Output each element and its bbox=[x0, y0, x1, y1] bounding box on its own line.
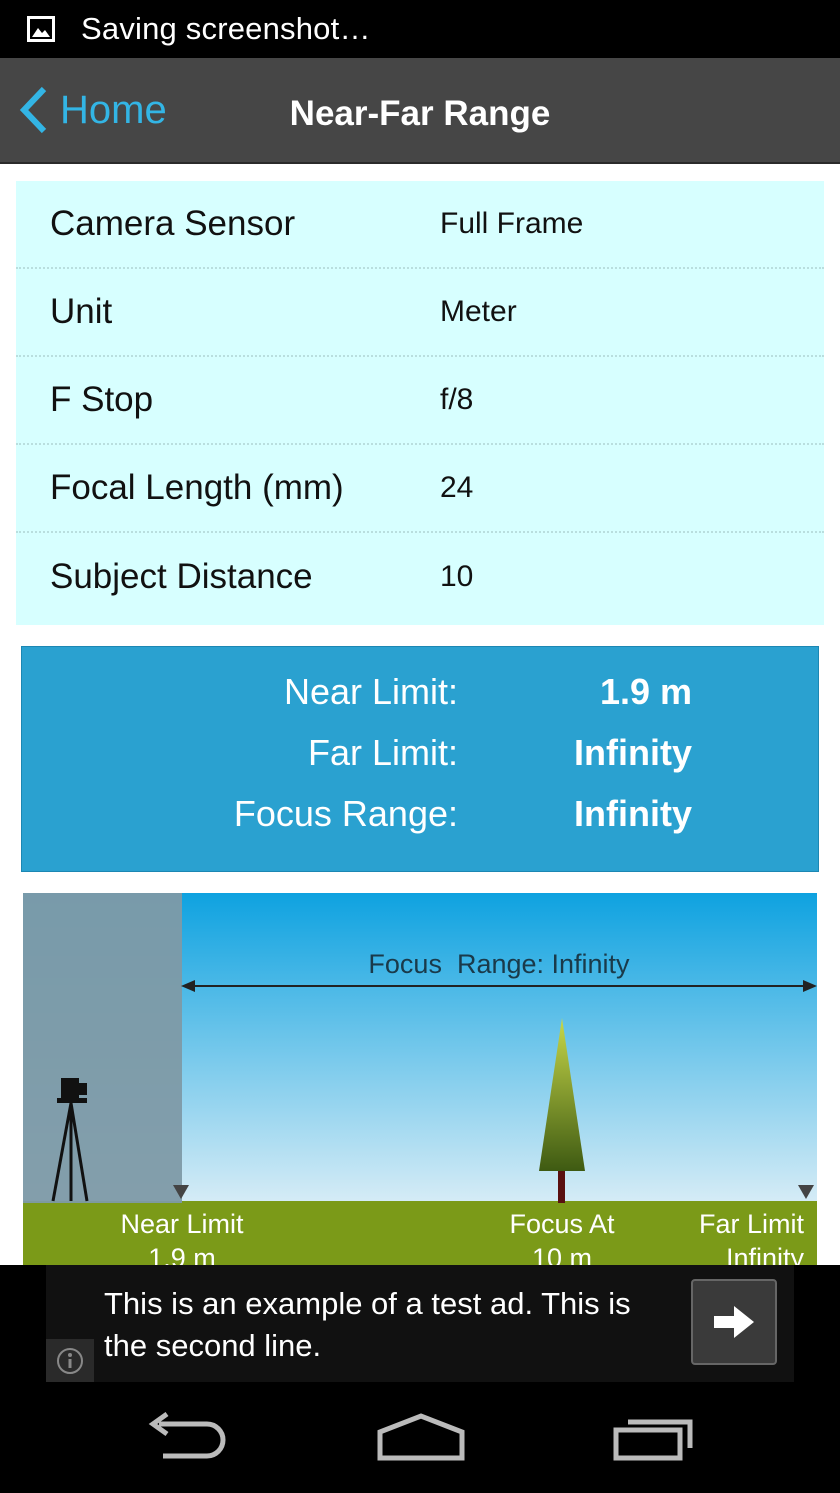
image-icon bbox=[27, 16, 55, 42]
focus-range-label: Focus Range: Infinity bbox=[368, 949, 630, 979]
out-of-focus-zone bbox=[23, 893, 182, 1203]
near-limit-value: 1.9 m bbox=[148, 1243, 216, 1265]
near-limit-label: Near Limit bbox=[120, 1209, 244, 1239]
focus-at-value: 10 m bbox=[532, 1243, 592, 1265]
far-limit-label: Far Limit bbox=[699, 1209, 805, 1239]
ad-line-2: the second line. bbox=[104, 1328, 322, 1363]
setting-row-subject-distance[interactable]: Subject Distance 10 bbox=[16, 533, 824, 621]
ad-panel[interactable]: This is an example of a test ad. This is… bbox=[46, 1265, 794, 1382]
results-panel: Near Limit: 1.9 m Far Limit: Infinity Fo… bbox=[21, 646, 819, 872]
setting-row-focal-length[interactable]: Focal Length (mm) 24 bbox=[16, 445, 824, 533]
result-far-limit: Far Limit: Infinity bbox=[22, 732, 820, 782]
result-value: Infinity bbox=[574, 793, 692, 834]
setting-label: Camera Sensor bbox=[50, 204, 296, 243]
setting-value: f/8 bbox=[440, 383, 474, 416]
ad-info-button[interactable] bbox=[46, 1339, 94, 1382]
ad-text: This is an example of a test ad. This is… bbox=[104, 1283, 684, 1367]
setting-label: F Stop bbox=[50, 380, 154, 419]
nav-home-button[interactable] bbox=[376, 1412, 466, 1467]
depth-of-field-diagram: Focus Range: Infinity Near Limit 1.9 m F… bbox=[23, 893, 817, 1265]
info-icon bbox=[57, 1347, 83, 1374]
setting-row-camera-sensor[interactable]: Camera Sensor Full Frame bbox=[16, 181, 824, 269]
action-bar: Home Near-Far Range bbox=[0, 58, 840, 164]
setting-label: Unit bbox=[50, 292, 113, 331]
result-near-limit: Near Limit: 1.9 m bbox=[22, 671, 820, 721]
far-limit-value: Infinity bbox=[726, 1243, 805, 1265]
home-icon bbox=[377, 1413, 465, 1461]
setting-label: Subject Distance bbox=[50, 557, 313, 596]
setting-value: 24 bbox=[440, 471, 474, 504]
ad-banner: This is an example of a test ad. This is… bbox=[0, 1265, 840, 1382]
result-value: Infinity bbox=[574, 732, 692, 773]
nav-back-button[interactable] bbox=[145, 1411, 229, 1467]
focus-at-label: Focus At bbox=[509, 1209, 615, 1239]
result-value: 1.9 m bbox=[599, 671, 692, 712]
result-label: Focus Range: bbox=[233, 793, 458, 834]
ad-arrow-button[interactable] bbox=[691, 1279, 777, 1365]
setting-value: Full Frame bbox=[440, 207, 584, 240]
setting-row-unit[interactable]: Unit Meter bbox=[16, 269, 824, 357]
result-label: Near Limit: bbox=[283, 671, 458, 712]
setting-label: Focal Length (mm) bbox=[50, 468, 344, 507]
settings-list: Camera Sensor Full Frame Unit Meter F St… bbox=[16, 181, 824, 625]
result-label: Far Limit: bbox=[307, 732, 458, 773]
setting-row-f-stop[interactable]: F Stop f/8 bbox=[16, 357, 824, 445]
setting-value: Meter bbox=[440, 295, 517, 328]
setting-value: 10 bbox=[440, 560, 474, 593]
navigation-bar bbox=[0, 1382, 840, 1493]
nav-recents-button[interactable] bbox=[612, 1412, 698, 1467]
arrow-right-icon bbox=[714, 1306, 754, 1338]
back-icon bbox=[148, 1411, 226, 1459]
result-focus-range: Focus Range: Infinity bbox=[22, 793, 820, 843]
status-text: Saving screenshot… bbox=[81, 11, 371, 46]
diagram-svg: Focus Range: Infinity Near Limit 1.9 m F… bbox=[23, 893, 817, 1265]
recents-icon bbox=[613, 1419, 693, 1461]
status-bar: Saving screenshot… bbox=[0, 0, 840, 58]
ad-line-1: This is an example of a test ad. This is bbox=[104, 1286, 631, 1321]
page-title: Near-Far Range bbox=[289, 94, 551, 133]
